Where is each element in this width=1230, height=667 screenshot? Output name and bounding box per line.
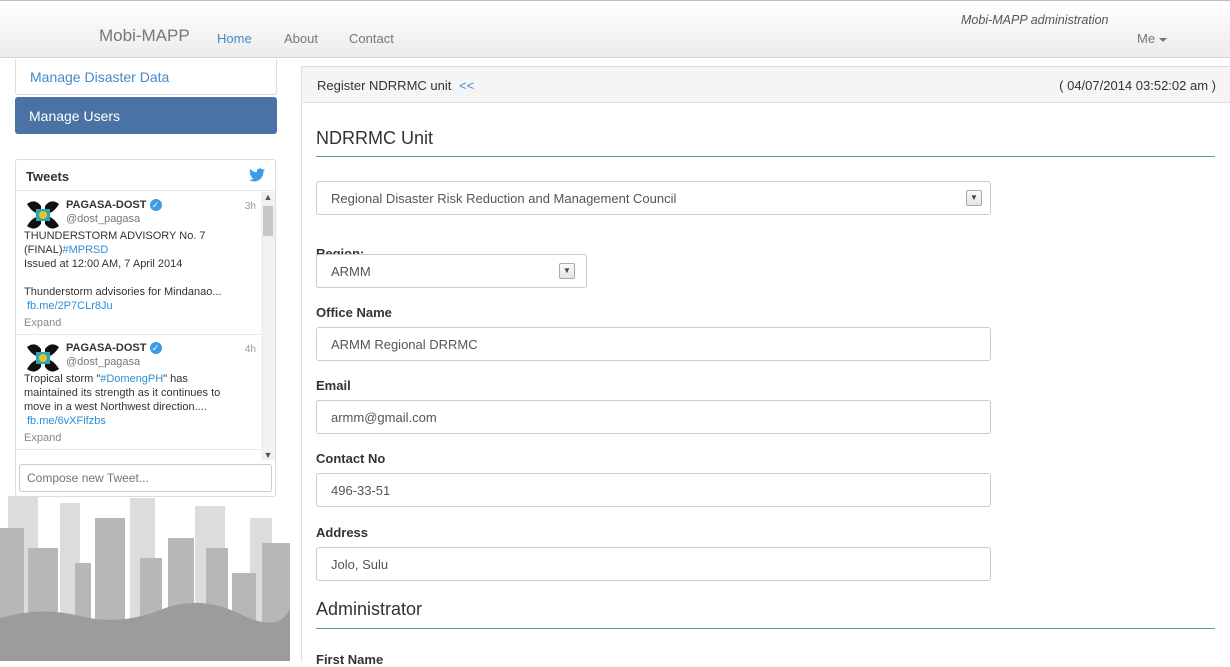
contact-no-value: 496-33-51: [331, 482, 391, 498]
tweet-text-line: move in a west Northwest direction....: [24, 401, 207, 413]
tweet-author-handle[interactable]: @dost_pagasa: [66, 356, 140, 368]
chevron-down-icon[interactable]: ▼: [559, 263, 575, 279]
back-link[interactable]: <<: [459, 78, 474, 93]
nav-contact[interactable]: Contact: [349, 31, 394, 46]
nav-about[interactable]: About: [284, 31, 318, 46]
tweet-text-line: THUNDERSTORM ADVISORY No. 7: [24, 230, 206, 242]
tweets-list: 3h PAGASA-DOST ✓ @dost_pagasa THUNDERSTO…: [16, 192, 262, 460]
brand-logo[interactable]: Mobi-MAPP: [99, 26, 190, 46]
hashtag-link[interactable]: #MPRSD: [63, 244, 109, 256]
sidebar: Manage Disaster Data Manage Users Tweets…: [0, 58, 290, 661]
tweet-text-line: Thunderstorm advisories for Mindanao...: [24, 286, 222, 298]
office-name-field[interactable]: ARMM Regional DRRMC: [316, 327, 991, 361]
unit-type-value: Regional Disaster Risk Reduction and Man…: [331, 190, 677, 206]
tweet-text-line: Tropical storm "#DomengPH" has: [24, 372, 256, 386]
panel-title: Register NDRRMC unit <<: [317, 78, 474, 93]
tweets-title: Tweets: [26, 169, 70, 184]
tweets-header: Tweets: [16, 160, 275, 191]
section-title-ndrrmc-unit: NDRRMC Unit: [316, 128, 433, 148]
tweets-scrollbar[interactable]: ▲ ▼: [261, 192, 275, 460]
scroll-up-icon[interactable]: ▲: [261, 192, 275, 202]
sidebar-item-manage-users[interactable]: Manage Users: [15, 97, 277, 134]
section-divider: [316, 628, 1215, 629]
tweet-text-line: maintained its strength as it continues …: [24, 387, 221, 399]
user-menu[interactable]: Me: [1137, 31, 1168, 46]
tweet-author-handle[interactable]: @dost_pagasa: [66, 213, 140, 225]
verified-badge-icon: ✓: [149, 199, 162, 212]
contact-no-field[interactable]: 496-33-51: [316, 473, 991, 507]
tweet-text-fragment: (FINAL): [24, 244, 63, 256]
tweet-item[interactable]: 4h PAGASA-DOST ✓ @dost_pagasa Tropical s…: [16, 335, 262, 450]
tweet-author-name[interactable]: PAGASA-DOST: [66, 342, 146, 354]
region-value: ARMM: [331, 263, 371, 279]
twitter-bird-icon[interactable]: [249, 168, 265, 182]
user-menu-label: Me: [1137, 31, 1156, 46]
hashtag-link[interactable]: #DomengPH: [100, 373, 163, 385]
pagasa-avatar-icon[interactable]: [25, 343, 61, 373]
tweet-text-line: Issued at 12:00 AM, 7 April 2014: [24, 258, 183, 270]
tweet-url-link[interactable]: fb.me/2P7CLr8Ju: [24, 299, 256, 313]
scrollbar-thumb[interactable]: [263, 206, 273, 236]
tweet-text-fragment: Tropical storm ": [24, 373, 101, 385]
address-value: Jolo, Sulu: [331, 556, 389, 572]
section-title-administrator: Administrator: [316, 599, 423, 619]
timestamp: ( 04/07/2014 03:52:02 am ): [1059, 78, 1216, 93]
sidebar-item-label: Manage Disaster Data: [30, 68, 170, 85]
sidebar-item-label: Manage Users: [29, 107, 121, 124]
city-skyline-image: [0, 488, 290, 661]
panel-header: Register NDRRMC unit << ( 04/07/2014 03:…: [301, 66, 1230, 103]
compose-tweet-input[interactable]: [19, 464, 272, 492]
tweet-text-line: (FINAL)#MPRSD: [24, 243, 256, 257]
email-label: Email: [316, 378, 351, 393]
office-name-value: ARMM Regional DRRMC: [331, 336, 478, 352]
tweet-url-link[interactable]: fb.me/6vXFifzbs: [24, 414, 256, 428]
tweet-time: 4h: [244, 344, 256, 355]
section-divider: [316, 156, 1215, 157]
caret-down-icon: [1159, 37, 1168, 42]
chevron-down-icon[interactable]: ▼: [966, 190, 982, 206]
contact-no-label: Contact No: [316, 451, 386, 466]
tweets-widget: Tweets 3h PAGASA-DOST ✓ @dost_pagasa THU…: [15, 159, 276, 497]
address-field[interactable]: Jolo, Sulu: [316, 547, 991, 581]
nav-home[interactable]: Home: [217, 31, 252, 46]
scroll-down-icon[interactable]: ▼: [261, 450, 275, 460]
sidebar-item-manage-disaster-data[interactable]: Manage Disaster Data: [15, 59, 277, 95]
tweet-time: 3h: [244, 201, 256, 212]
admin-title: Mobi-MAPP administration: [961, 13, 1109, 27]
panel-title-text: Register NDRRMC unit: [317, 78, 452, 93]
tweet-text-fragment: " has: [163, 373, 188, 385]
tweet-expand-link[interactable]: Expand: [24, 316, 256, 330]
tweet-author-name[interactable]: PAGASA-DOST: [66, 199, 146, 211]
region-select[interactable]: ARMM ▼: [316, 254, 587, 288]
email-field[interactable]: armm@gmail.com: [316, 400, 991, 434]
unit-type-select[interactable]: Regional Disaster Risk Reduction and Man…: [316, 181, 991, 215]
tweet-item[interactable]: 3h PAGASA-DOST ✓ @dost_pagasa THUNDERSTO…: [16, 192, 262, 335]
email-value: armm@gmail.com: [331, 409, 437, 425]
tweet-expand-link[interactable]: Expand: [24, 431, 256, 445]
address-label: Address: [316, 525, 369, 540]
office-name-label: Office Name: [316, 305, 392, 320]
top-navbar: Mobi-MAPP Home About Contact Mobi-MAPP a…: [0, 0, 1230, 58]
first-name-label: First Name: [316, 652, 384, 667]
pagasa-avatar-icon[interactable]: [25, 200, 61, 230]
verified-badge-icon: ✓: [149, 342, 162, 355]
